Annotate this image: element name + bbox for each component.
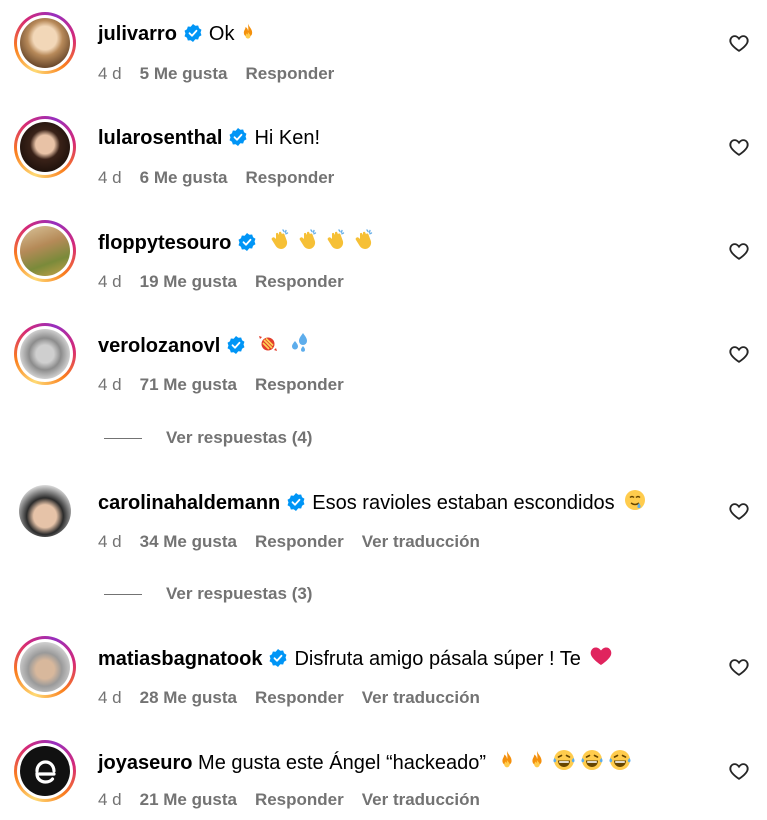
comment-age: 4 d bbox=[98, 688, 122, 707]
username[interactable]: verolozanovl bbox=[98, 335, 220, 357]
avatar[interactable] bbox=[14, 323, 76, 385]
view-replies-button[interactable]: Ver respuestas (3) bbox=[104, 584, 312, 604]
see-translation-button[interactable]: Ver traducción bbox=[362, 688, 480, 707]
reply-button[interactable]: Responder bbox=[246, 168, 335, 187]
drooling-face-emoji-icon bbox=[623, 488, 647, 512]
comment-text: Esos ravioles estaban escondidos bbox=[312, 492, 615, 514]
sweat-droplets-emoji-icon bbox=[288, 331, 312, 355]
like-count[interactable]: 19 Me gusta bbox=[140, 272, 237, 291]
reply-button[interactable]: Responder bbox=[255, 688, 344, 707]
username[interactable]: julivarro bbox=[98, 23, 177, 45]
verified-badge-icon bbox=[237, 232, 257, 252]
see-translation-button[interactable]: Ver traducción bbox=[362, 532, 480, 551]
heart-outline-icon[interactable] bbox=[728, 32, 750, 54]
brand-logo-icon bbox=[35, 760, 56, 784]
username[interactable]: matiasbagnatook bbox=[98, 648, 262, 670]
like-count[interactable]: 21 Me gusta bbox=[140, 790, 237, 809]
red-heart-emoji-icon bbox=[589, 644, 613, 668]
comment-age: 4 d bbox=[98, 64, 122, 83]
clapping-hands-emoji-icon bbox=[267, 228, 291, 252]
username[interactable]: floppytesouro bbox=[98, 232, 231, 254]
reply-button[interactable]: Responder bbox=[255, 790, 344, 809]
candy-emoji-icon bbox=[256, 331, 280, 355]
divider-line bbox=[104, 438, 142, 440]
view-replies-button[interactable]: Ver respuestas (4) bbox=[104, 428, 312, 448]
verified-badge-icon bbox=[228, 127, 248, 147]
verified-badge-icon bbox=[286, 492, 306, 512]
verified-badge-icon bbox=[226, 335, 246, 355]
verified-badge-icon bbox=[268, 648, 288, 668]
see-translation-button[interactable]: Ver traducción bbox=[362, 790, 480, 809]
like-count[interactable]: 6 Me gusta bbox=[140, 168, 228, 187]
avatar[interactable] bbox=[14, 636, 76, 698]
tears-of-joy-emoji-icon bbox=[608, 748, 632, 772]
verified-badge-icon bbox=[183, 23, 203, 43]
tears-of-joy-emoji-icon bbox=[552, 748, 576, 772]
avatar[interactable] bbox=[14, 220, 76, 282]
heart-outline-icon[interactable] bbox=[728, 656, 750, 678]
heart-outline-icon[interactable] bbox=[728, 240, 750, 262]
fire-emoji-icon bbox=[238, 21, 258, 43]
reply-button[interactable]: Responder bbox=[255, 532, 344, 551]
avatar[interactable] bbox=[14, 740, 76, 802]
comment-text: Ok bbox=[208, 23, 235, 45]
reply-button[interactable]: Responder bbox=[255, 375, 344, 394]
like-count[interactable]: 34 Me gusta bbox=[140, 532, 237, 551]
avatar[interactable] bbox=[14, 116, 76, 178]
comment-text: Me gusta este Ángel “hackeado” bbox=[198, 752, 486, 774]
clapping-hands-emoji-icon bbox=[323, 228, 347, 252]
view-replies-label: Ver respuestas (4) bbox=[166, 428, 313, 447]
like-count[interactable]: 5 Me gusta bbox=[140, 64, 228, 83]
comment-text: Disfruta amigo pásala súper ! Te bbox=[294, 648, 581, 670]
heart-outline-icon[interactable] bbox=[728, 760, 750, 782]
username[interactable]: carolinahaldemann bbox=[98, 492, 280, 514]
comment-age: 4 d bbox=[98, 272, 122, 291]
heart-outline-icon[interactable] bbox=[728, 500, 750, 522]
comment-age: 4 d bbox=[98, 790, 122, 809]
comment-text: Hi Ken! bbox=[254, 127, 321, 149]
avatar[interactable] bbox=[14, 12, 76, 74]
clapping-hands-emoji-icon bbox=[295, 228, 319, 252]
tears-of-joy-emoji-icon bbox=[580, 748, 604, 772]
reply-button[interactable]: Responder bbox=[246, 64, 335, 83]
heart-outline-icon[interactable] bbox=[728, 343, 750, 365]
like-count[interactable]: 71 Me gusta bbox=[140, 375, 237, 394]
fire-emoji-icon bbox=[526, 748, 548, 772]
comment-age: 4 d bbox=[98, 168, 122, 187]
like-count[interactable]: 28 Me gusta bbox=[140, 688, 237, 707]
view-replies-label: Ver respuestas (3) bbox=[166, 584, 313, 603]
username[interactable]: lularosenthal bbox=[98, 127, 222, 149]
divider-line bbox=[104, 594, 142, 596]
clapping-hands-emoji-icon bbox=[351, 228, 375, 252]
comment-age: 4 d bbox=[98, 375, 122, 394]
comment-age: 4 d bbox=[98, 532, 122, 551]
heart-outline-icon[interactable] bbox=[728, 136, 750, 158]
avatar[interactable] bbox=[14, 480, 76, 542]
username[interactable]: joyaseuro bbox=[98, 752, 192, 774]
reply-button[interactable]: Responder bbox=[255, 272, 344, 291]
fire-emoji-icon bbox=[496, 748, 518, 772]
